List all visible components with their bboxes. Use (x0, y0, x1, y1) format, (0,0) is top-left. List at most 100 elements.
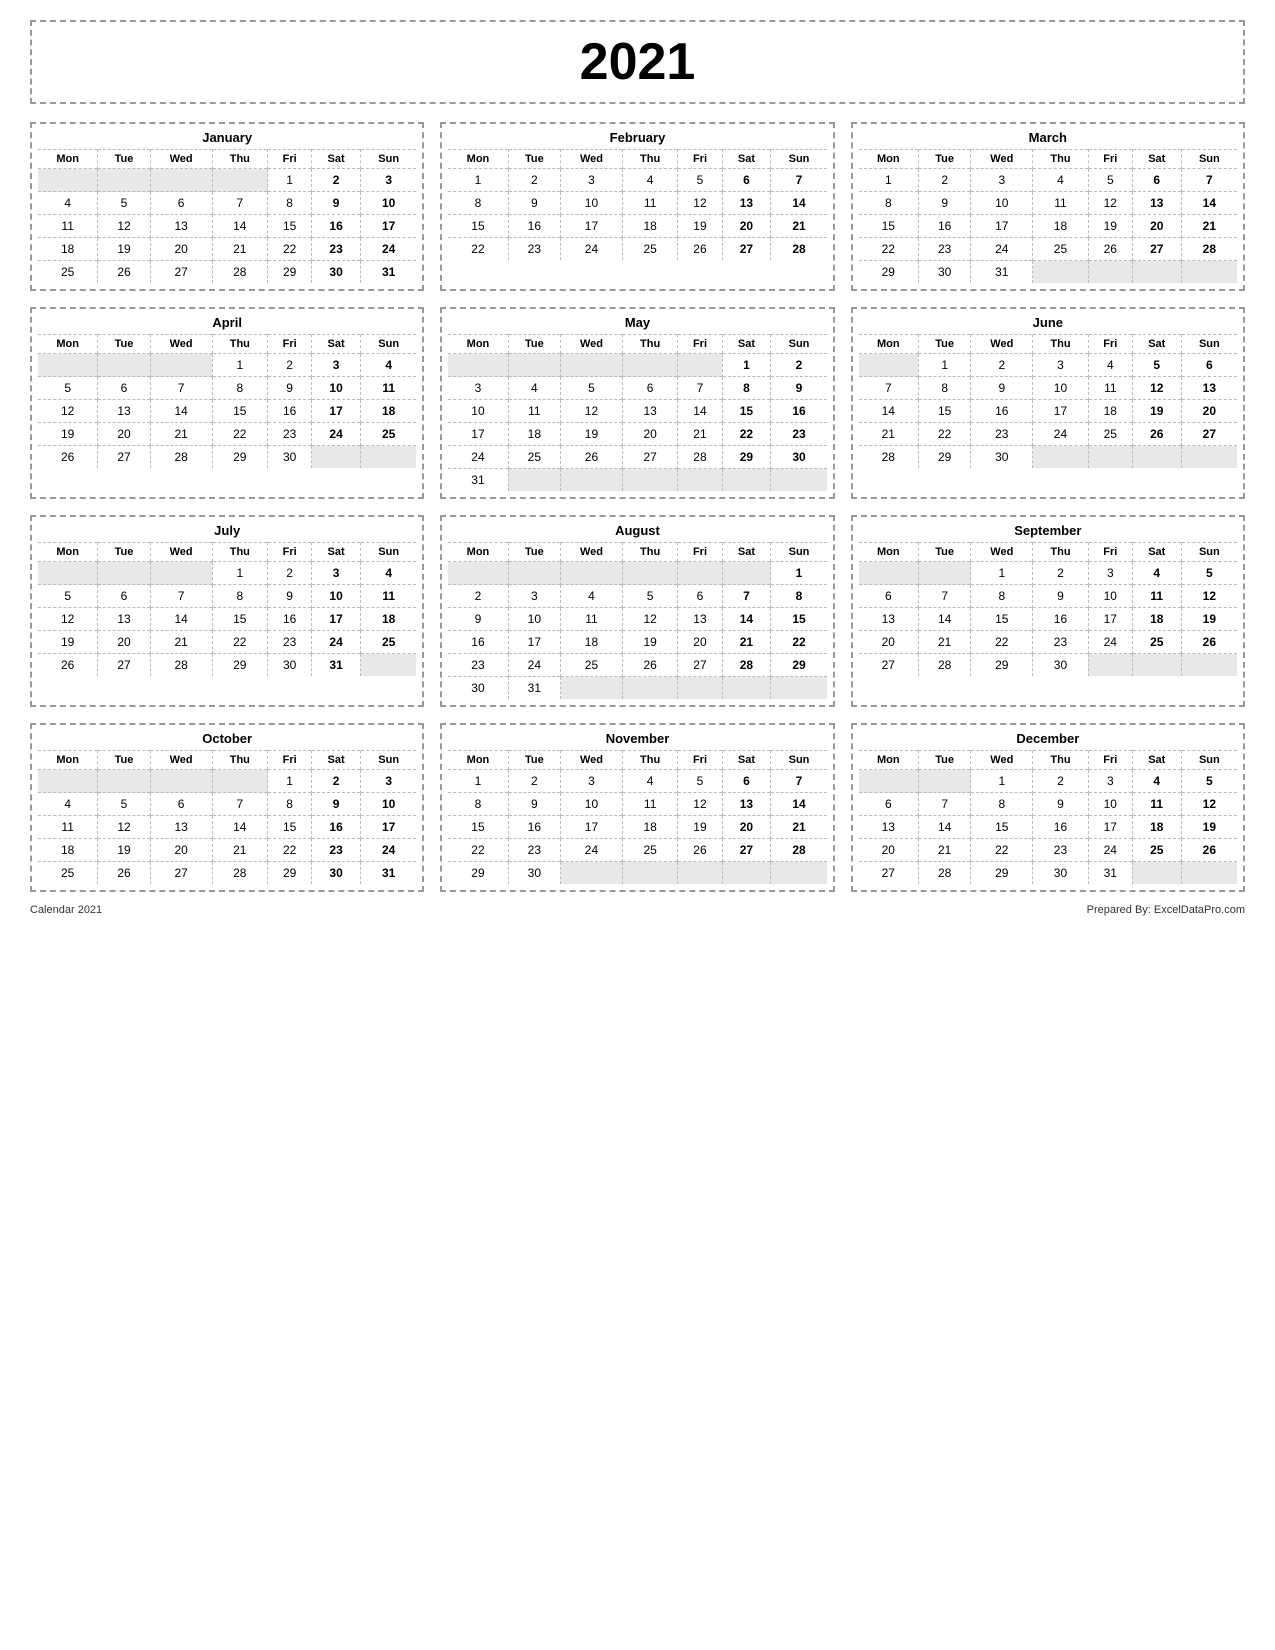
header-fri: Fri (678, 543, 722, 562)
month-table-march: MonTueWedThuFriSatSun1234567891011121314… (859, 149, 1237, 283)
header-mon: Mon (859, 751, 919, 770)
day-cell: 13 (1181, 377, 1237, 400)
day-cell: 14 (1181, 192, 1237, 215)
day-cell: 11 (361, 377, 417, 400)
day-cell: 27 (622, 446, 678, 469)
day-cell: 17 (448, 423, 508, 446)
day-cell: 26 (622, 654, 678, 677)
month-september: SeptemberMonTueWedThuFriSatSun1234567891… (851, 515, 1245, 707)
month-table-september: MonTueWedThuFriSatSun1234567891011121314… (859, 542, 1237, 676)
header-wed: Wed (561, 543, 623, 562)
day-cell: 5 (1181, 770, 1237, 793)
day-cell: 11 (508, 400, 560, 423)
day-cell: 23 (771, 423, 827, 446)
day-cell: 25 (1132, 631, 1181, 654)
day-cell: 1 (268, 169, 312, 192)
day-cell: 30 (312, 862, 361, 885)
day-cell: 4 (622, 169, 678, 192)
day-cell: 25 (622, 238, 678, 261)
day-cell (38, 169, 98, 192)
day-cell: 26 (98, 261, 150, 284)
day-cell: 6 (98, 585, 150, 608)
day-cell: 31 (448, 469, 508, 492)
day-cell: 2 (268, 562, 312, 585)
day-cell: 12 (1181, 793, 1237, 816)
header-thu: Thu (212, 335, 268, 354)
day-cell: 10 (448, 400, 508, 423)
day-cell (722, 562, 771, 585)
day-cell: 4 (361, 562, 417, 585)
day-cell: 4 (622, 770, 678, 793)
day-cell: 5 (1088, 169, 1132, 192)
header-thu: Thu (622, 751, 678, 770)
day-cell: 12 (1088, 192, 1132, 215)
day-cell: 18 (622, 215, 678, 238)
day-cell: 23 (508, 839, 560, 862)
day-cell: 17 (312, 608, 361, 631)
header-sat: Sat (1132, 150, 1181, 169)
day-cell (678, 354, 722, 377)
day-cell: 2 (971, 354, 1033, 377)
day-cell: 3 (361, 770, 417, 793)
day-cell: 30 (312, 261, 361, 284)
month-april: AprilMonTueWedThuFriSatSun12345678910111… (30, 307, 424, 499)
day-cell: 21 (771, 215, 827, 238)
day-cell: 15 (212, 608, 268, 631)
day-cell: 29 (971, 862, 1033, 885)
day-cell: 27 (859, 654, 919, 677)
header-sat: Sat (312, 543, 361, 562)
day-cell: 19 (678, 816, 722, 839)
month-table-december: MonTueWedThuFriSatSun1234567891011121314… (859, 750, 1237, 884)
day-cell: 20 (722, 215, 771, 238)
day-cell: 6 (859, 793, 919, 816)
day-cell: 10 (1088, 793, 1132, 816)
day-cell: 29 (771, 654, 827, 677)
day-cell: 10 (561, 793, 623, 816)
day-cell: 23 (268, 423, 312, 446)
day-cell (622, 469, 678, 492)
day-cell: 3 (561, 770, 623, 793)
header-tue: Tue (508, 751, 560, 770)
month-table-april: MonTueWedThuFriSatSun1234567891011121314… (38, 334, 416, 468)
day-cell: 21 (859, 423, 919, 446)
day-cell: 2 (268, 354, 312, 377)
day-cell: 8 (859, 192, 919, 215)
day-cell: 10 (312, 585, 361, 608)
day-cell: 1 (448, 770, 508, 793)
day-cell: 20 (150, 238, 212, 261)
day-cell: 29 (268, 862, 312, 885)
header-mon: Mon (859, 543, 919, 562)
day-cell: 13 (150, 816, 212, 839)
day-cell: 11 (38, 816, 98, 839)
header-tue: Tue (98, 751, 150, 770)
day-cell: 22 (212, 631, 268, 654)
day-cell: 30 (1033, 654, 1089, 677)
day-cell: 28 (771, 839, 827, 862)
day-cell (98, 562, 150, 585)
day-cell: 29 (448, 862, 508, 885)
day-cell: 11 (1132, 793, 1181, 816)
day-cell: 16 (448, 631, 508, 654)
day-cell (622, 354, 678, 377)
day-cell: 15 (448, 816, 508, 839)
day-cell: 24 (561, 839, 623, 862)
day-cell: 13 (150, 215, 212, 238)
day-cell: 24 (312, 423, 361, 446)
day-cell: 19 (678, 215, 722, 238)
day-cell: 8 (212, 377, 268, 400)
day-cell: 31 (971, 261, 1033, 284)
day-cell: 22 (722, 423, 771, 446)
header-sat: Sat (722, 751, 771, 770)
day-cell: 11 (1132, 585, 1181, 608)
day-cell: 18 (38, 238, 98, 261)
day-cell: 8 (771, 585, 827, 608)
day-cell: 16 (312, 215, 361, 238)
day-cell: 28 (918, 654, 970, 677)
day-cell (150, 354, 212, 377)
day-cell: 17 (561, 816, 623, 839)
day-cell: 9 (1033, 793, 1089, 816)
day-cell: 1 (971, 562, 1033, 585)
day-cell: 5 (38, 377, 98, 400)
day-cell: 29 (722, 446, 771, 469)
day-cell: 8 (448, 793, 508, 816)
